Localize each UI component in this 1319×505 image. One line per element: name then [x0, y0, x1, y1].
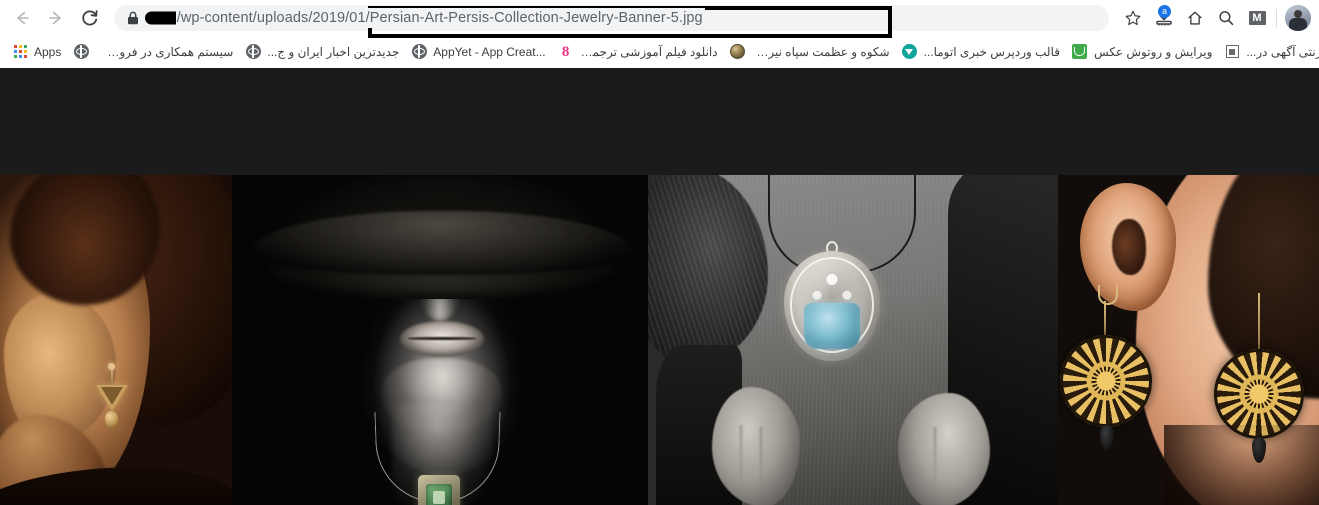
search-button[interactable]: [1213, 5, 1239, 31]
earring-triangle-inner: [101, 387, 123, 405]
apps-label: Apps: [34, 44, 62, 59]
finger-line: [760, 427, 762, 491]
globe-icon: [245, 44, 261, 60]
bookmark-item-2[interactable]: AppYet - App Creat...: [405, 40, 551, 64]
gmail-icon: M: [1248, 11, 1266, 25]
back-arrow-icon: [17, 11, 29, 25]
bookmarks-bar: Apps سیستم همکاری در فروش... جدیدترین اخ…: [0, 36, 1319, 68]
hand-right: [898, 393, 990, 505]
pendant-blue-stone: [804, 303, 860, 349]
reload-button[interactable]: [76, 4, 104, 32]
teal-arrow-icon: [902, 44, 918, 60]
back-button[interactable]: [8, 4, 36, 32]
jewelry-banner-image[interactable]: [0, 175, 1319, 505]
bookmark-label: سفارش اینترنتی آگهی در...: [1246, 44, 1319, 59]
bookmark-label: ویرایش و روتوش عکس: [1093, 44, 1213, 59]
green-icon: [1072, 44, 1088, 60]
browser-toolbar: com /wp-content/uploads/2019/01/Persian-…: [0, 0, 1319, 38]
bookmark-label: قالب وردپرس خبری اتوما...: [923, 44, 1060, 59]
earring-disc-left-rim: [1060, 335, 1152, 427]
url-domain: com: [145, 10, 281, 26]
bookmark-label: سیستم همکاری در فروش...: [95, 44, 234, 59]
bookmark-label: جدیدترین اخبار ایران و ج...: [267, 44, 400, 59]
reload-icon: [82, 10, 98, 26]
image-viewer: [0, 68, 1319, 505]
earring-hook: [1098, 285, 1118, 305]
home-button[interactable]: [1182, 5, 1208, 31]
forward-arrow-icon: [49, 11, 61, 25]
earring-wire-right: [1258, 293, 1260, 353]
profile-avatar[interactable]: [1285, 5, 1311, 31]
download-extension-button[interactable]: a: [1151, 5, 1177, 31]
lock-icon: [126, 11, 140, 25]
banner-panel-2: [232, 175, 648, 505]
banner-panel-3: [648, 175, 1058, 505]
apps-shortcut[interactable]: Apps: [6, 40, 67, 64]
pendant-core: [433, 491, 445, 504]
apps-grid-icon: [12, 44, 28, 60]
bookmark-star-button[interactable]: [1120, 5, 1146, 31]
gmail-button[interactable]: M: [1244, 5, 1270, 31]
forward-button[interactable]: [42, 4, 70, 32]
ear-canal: [1112, 219, 1146, 275]
pink-eight-icon: 8: [561, 43, 570, 60]
avatar-head: [1294, 10, 1302, 18]
bookmark-label: شکوه و عظمت سپاه نیروم...: [751, 44, 890, 59]
bookmark-item-0[interactable]: سیستم همکاری در فروش...: [67, 40, 239, 64]
banner-panel-1: [0, 175, 232, 505]
extension-badge: a: [1158, 5, 1171, 18]
bookmark-item-5[interactable]: قالب وردپرس خبری اتوما...: [896, 40, 1066, 64]
globe-icon: [73, 44, 89, 60]
bookmark-item-1[interactable]: جدیدترین اخبار ایران و ج...: [239, 40, 405, 64]
bookmark-label: AppYet - App Creat...: [433, 44, 546, 59]
finger-line: [934, 427, 936, 491]
search-icon: [1219, 11, 1234, 26]
banner-panel-4: [1058, 175, 1319, 505]
bookmark-item-3[interactable]: 8 دانلود فیلم آموزشی ترجمه...: [552, 40, 724, 64]
browser-window: com /wp-content/uploads/2019/01/Persian-…: [0, 0, 1319, 505]
url-path: /wp-content/uploads/2019/01/Persian-Art-…: [175, 8, 705, 28]
shadow-overlay: [1164, 425, 1319, 505]
earring-drop-left: [1100, 425, 1114, 451]
lip-line: [408, 337, 476, 340]
dark-circle-icon: [730, 44, 746, 60]
address-bar[interactable]: com /wp-content/uploads/2019/01/Persian-…: [114, 5, 1109, 38]
avatar-body: [1289, 18, 1307, 31]
star-icon: [1125, 10, 1141, 26]
toolbar-divider: [1276, 9, 1277, 27]
url-text: com /wp-content/uploads/2019/01/Persian-…: [145, 8, 1099, 28]
home-icon: [1188, 11, 1202, 25]
finger-line: [740, 425, 742, 489]
bookmark-item-4[interactable]: شکوه و عظمت سپاه نیروم...: [724, 40, 896, 64]
hand-left: [712, 387, 800, 505]
bookmark-label: دانلود فیلم آموزشی ترجمه...: [579, 44, 718, 59]
globe-icon: [411, 44, 427, 60]
gray-square-icon: [1224, 44, 1240, 60]
bookmark-item-6[interactable]: ویرایش و روتوش عکس: [1066, 40, 1218, 64]
bookmark-item-7[interactable]: سفارش اینترنتی آگهی در...: [1218, 40, 1319, 64]
